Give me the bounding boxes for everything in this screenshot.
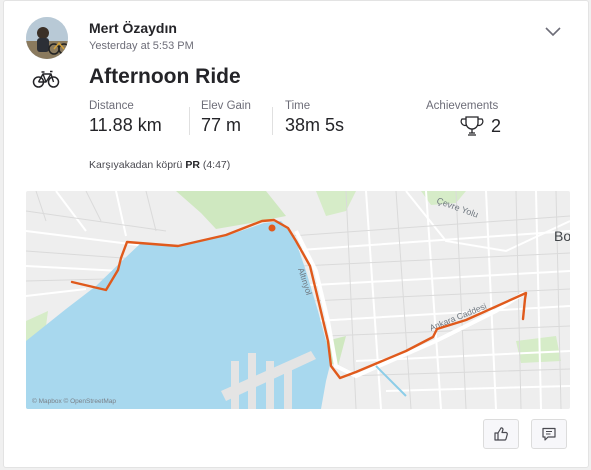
chevron-down-icon[interactable] — [543, 21, 563, 41]
comment-icon — [542, 427, 556, 441]
segment-effort[interactable]: Karşıyakadan köprü PR (4:47) — [89, 159, 230, 171]
place-label: Bo — [554, 228, 570, 244]
stat-distance: Distance 11.88 km — [89, 100, 162, 136]
pr-badge: PR — [185, 159, 200, 171]
segment-name: Karşıyakadan köprü — [89, 159, 183, 171]
bicycle-icon — [32, 70, 60, 88]
activity-card: Mert Özaydın Yesterday at 5:53 PM Aftern… — [3, 0, 589, 468]
activity-timestamp: Yesterday at 5:53 PM — [89, 40, 194, 52]
trophy-icon — [460, 116, 484, 136]
stat-elev-gain: Elev Gain 77 m — [201, 100, 251, 136]
kudos-button[interactable] — [483, 419, 519, 449]
stat-achievements[interactable]: Achievements 2 — [426, 100, 501, 137]
route-map[interactable]: Çevre Yolu Altınyol Ankara Caddesi Bo © … — [26, 191, 570, 409]
map-attribution[interactable]: © Mapbox © OpenStreetMap — [32, 398, 116, 405]
divider — [272, 107, 273, 135]
stat-label: Time — [285, 100, 311, 112]
comment-button[interactable] — [531, 419, 567, 449]
stat-value: 77 m — [201, 115, 242, 135]
stat-label: Elev Gain — [201, 100, 251, 112]
stat-value: 11.88 km — [89, 115, 162, 135]
stat-value: 38m 5s — [285, 115, 345, 135]
stat-time: Time 38m 5s — [285, 100, 344, 136]
divider — [189, 107, 190, 135]
map-image: Çevre Yolu Altınyol Ankara Caddesi Bo — [26, 191, 570, 409]
stat-label: Distance — [89, 100, 134, 112]
activity-title[interactable]: Afternoon Ride — [89, 65, 241, 89]
avatar[interactable] — [26, 17, 68, 59]
achievements-count: 2 — [491, 115, 502, 136]
thumbs-up-icon — [494, 427, 508, 441]
stat-label: Achievements — [426, 100, 499, 112]
segment-time: (4:47) — [202, 159, 231, 171]
athlete-name[interactable]: Mert Özaydın — [89, 20, 177, 36]
